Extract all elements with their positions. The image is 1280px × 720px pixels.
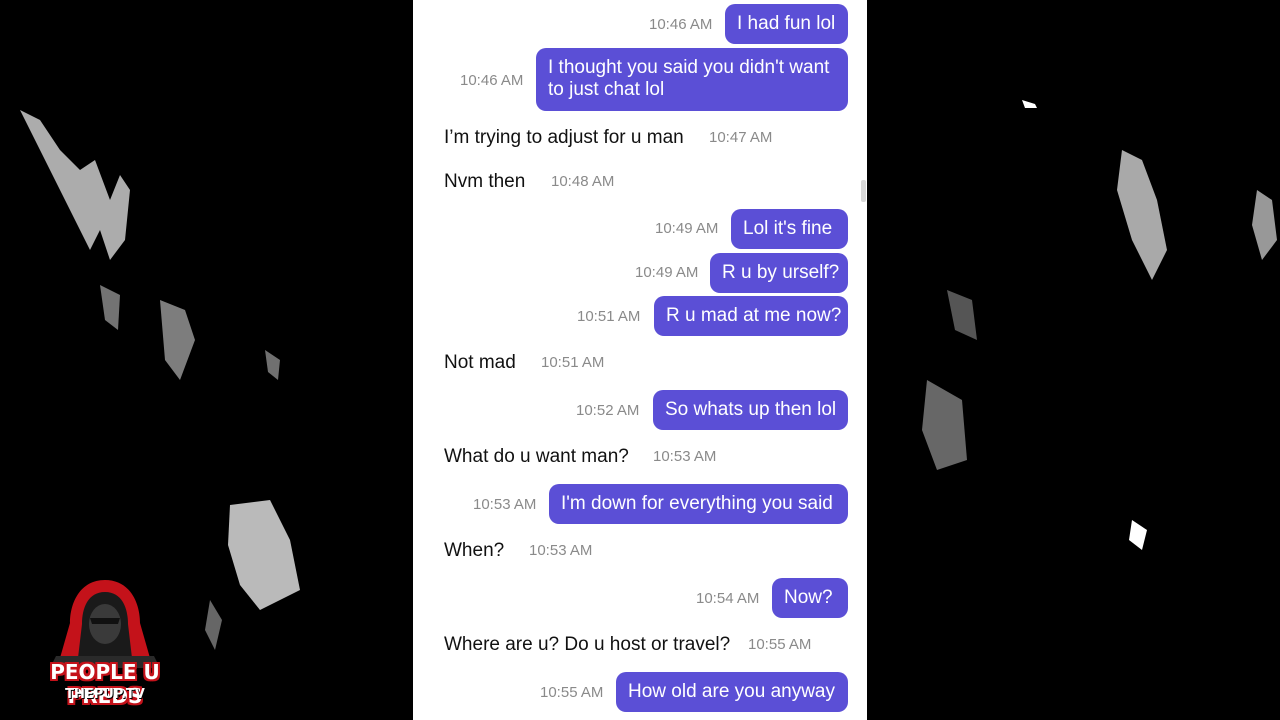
message-timestamp: 10:55 AM (748, 636, 812, 653)
message-row: When? 10:53 AM (413, 531, 867, 571)
chat-panel: 10:46 AM I had fun lol 10:46 AM I though… (413, 0, 867, 720)
incoming-message-text: What do u want man? (444, 446, 629, 467)
incoming-message-text: Not mad (444, 352, 516, 373)
message-row: Where are u? Do u host or travel? 10:55 … (413, 625, 867, 665)
message-timestamp: 10:48 AM (551, 173, 615, 190)
outgoing-message-bubble[interactable]: I had fun lol (725, 4, 848, 44)
message-row: 10:46 AM I had fun lol (413, 4, 867, 44)
message-timestamp: 10:55 AM (540, 684, 604, 701)
message-row: What do u want man? 10:53 AM (413, 437, 867, 477)
message-timestamp: 10:46 AM (649, 16, 713, 33)
message-timestamp: 10:49 AM (655, 220, 719, 237)
message-row: 10:49 AM Lol it's fine (413, 209, 867, 249)
message-timestamp: 10:53 AM (473, 496, 537, 513)
message-row: Nvm then 10:48 AM (413, 162, 867, 202)
outgoing-message-bubble[interactable]: R u by urself? (710, 253, 848, 293)
message-row: 10:49 AM R u by urself? (413, 253, 867, 293)
message-timestamp: 10:51 AM (577, 308, 641, 325)
watermark-subtitle: THEPUP.TV (65, 687, 145, 702)
message-timestamp: 10:51 AM (541, 354, 605, 371)
message-timestamp: 10:46 AM (460, 72, 524, 89)
outgoing-message-bubble[interactable]: I'm down for everything you said (549, 484, 848, 524)
outgoing-message-bubble[interactable]: I thought you said you didn't want to ju… (536, 48, 848, 111)
message-row: 10:51 AM R u mad at me now? (413, 296, 867, 336)
message-timestamp: 10:52 AM (576, 402, 640, 419)
outgoing-message-bubble[interactable]: Now? (772, 578, 848, 618)
message-row: Not mad 10:51 AM (413, 343, 867, 383)
message-row: 10:46 AM I thought you said you didn't w… (413, 48, 867, 112)
incoming-message-text: When? (444, 540, 505, 561)
incoming-message-text: I’m trying to adjust for u man (444, 127, 684, 148)
incoming-message-text: Where are u? Do u host or travel? (444, 634, 731, 655)
hooded-figure-icon (50, 580, 160, 668)
message-row: 10:53 AM I'm down for everything you sai… (413, 484, 867, 524)
outgoing-message-bubble[interactable]: R u mad at me now? (654, 296, 848, 336)
outgoing-message-bubble[interactable]: Lol it's fine (731, 209, 848, 249)
outgoing-message-bubble[interactable]: So whats up then lol (653, 390, 848, 430)
message-timestamp: 10:53 AM (529, 542, 593, 559)
message-row: 10:54 AM Now? (413, 578, 867, 618)
message-timestamp: 10:47 AM (709, 129, 773, 146)
message-row: 10:55 AM How old are you anyway (413, 672, 867, 712)
message-row: I’m trying to adjust for u man 10:47 AM (413, 118, 867, 158)
message-timestamp: 10:53 AM (653, 448, 717, 465)
outgoing-message-bubble[interactable]: How old are you anyway (616, 672, 848, 712)
background-texture-right (922, 100, 1277, 550)
incoming-message-text: Nvm then (444, 171, 526, 192)
message-row: 10:52 AM So whats up then lol (413, 390, 867, 430)
message-timestamp: 10:54 AM (696, 590, 760, 607)
background-right (867, 0, 1280, 720)
message-timestamp: 10:49 AM (635, 264, 699, 281)
